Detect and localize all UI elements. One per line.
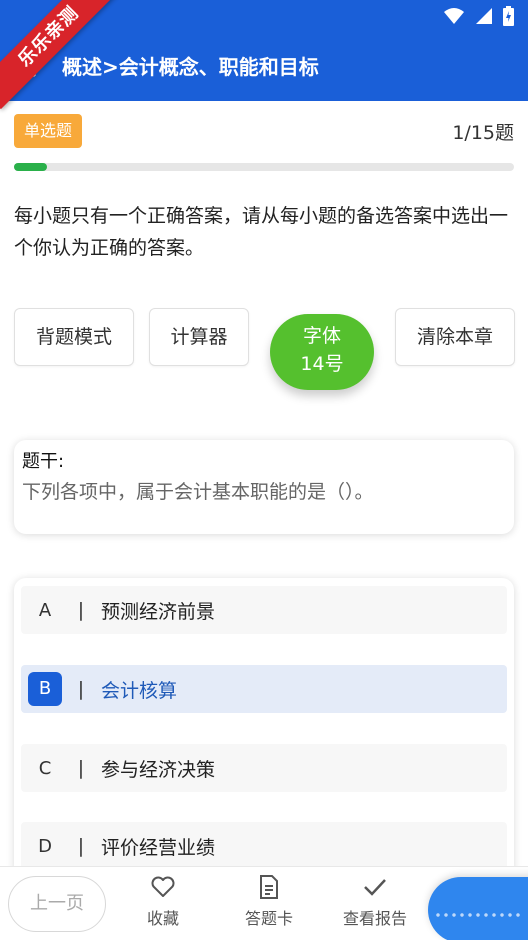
option-letter: A [38, 599, 52, 621]
checkmark-icon [364, 879, 386, 896]
favorite-label: 收藏 [146, 909, 179, 928]
options-card: A | 预测经济前景 B | 会计核算 C | 参与经济决策 D | 评价经营业… [14, 578, 514, 878]
option-b[interactable]: B | 会计核算 [21, 665, 507, 713]
question-stem-card: 题干: 下列各项中，属于会计基本职能的是（）。 [14, 440, 514, 534]
battery-icon [503, 6, 514, 26]
next-page-button[interactable] [428, 877, 528, 940]
option-text: 评价经营业绩 [101, 836, 216, 859]
status-bar-icons [443, 6, 514, 26]
calculator-button[interactable]: 计算器 [149, 308, 249, 366]
decorative-dots [434, 911, 524, 921]
view-report-button[interactable]: 查看报告 [330, 875, 420, 929]
bottom-nav-bar: 上一页 收藏 答题卡 查看报告 [0, 866, 528, 940]
option-letter: C [38, 757, 52, 779]
option-separator: | [77, 835, 85, 857]
answer-card-label: 答题卡 [244, 909, 293, 928]
option-separator: | [77, 757, 85, 779]
progress-bar [14, 163, 514, 171]
option-separator: | [77, 599, 85, 621]
font-size-button[interactable]: 字体 14号 [270, 314, 374, 390]
font-size-value: 14号 [300, 353, 344, 375]
option-d[interactable]: D | 评价经营业绩 [21, 822, 507, 870]
option-c[interactable]: C | 参与经济决策 [21, 744, 507, 792]
page-title: 概述>会计概念、职能和目标 [62, 55, 319, 79]
option-letter: D [38, 835, 52, 857]
heart-icon [151, 876, 175, 897]
question-type-badge: 单选题 [14, 114, 83, 148]
option-letter-selected: B [28, 672, 62, 706]
stem-label: 题干: [22, 451, 65, 472]
option-text: 预测经济前景 [101, 600, 216, 623]
question-progress-label: 1/15题 [452, 122, 514, 144]
document-icon [260, 875, 278, 899]
question-instructions: 每小题只有一个正确答案，请从每小题的备选答案中选出一个你认为正确的答案。 [14, 205, 509, 259]
view-report-label: 查看报告 [342, 909, 407, 928]
option-a[interactable]: A | 预测经济前景 [21, 586, 507, 634]
wifi-icon [444, 8, 464, 24]
answer-card-button[interactable]: 答题卡 [224, 875, 314, 929]
progress-bar-fill [14, 163, 48, 171]
option-text: 会计核算 [101, 679, 178, 702]
favorite-button[interactable]: 收藏 [118, 875, 208, 929]
option-separator: | [77, 678, 85, 700]
signal-icon [476, 8, 492, 24]
font-size-label: 字体 [302, 325, 341, 347]
option-text: 参与经济决策 [101, 758, 216, 781]
stem-text: 下列各项中，属于会计基本职能的是（）。 [22, 481, 374, 503]
previous-page-button[interactable]: 上一页 [8, 876, 106, 932]
recite-mode-button[interactable]: 背题模式 [14, 308, 134, 366]
clear-chapter-button[interactable]: 清除本章 [395, 308, 515, 366]
